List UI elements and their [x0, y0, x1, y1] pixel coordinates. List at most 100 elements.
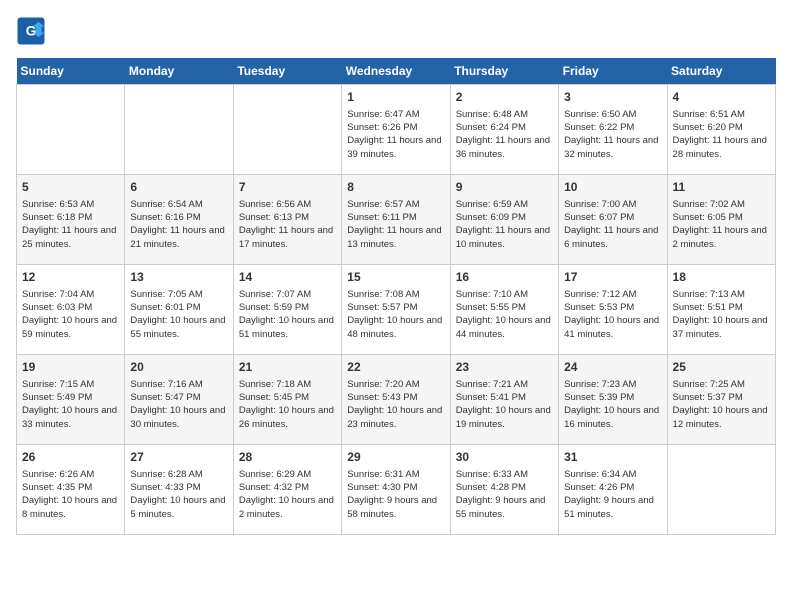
day-number: 3	[564, 89, 661, 106]
day-info: Sunrise: 6:31 AM Sunset: 4:30 PM Dayligh…	[347, 468, 444, 521]
calendar-cell: 12 Sunrise: 7:04 AM Sunset: 6:03 PM Dayli…	[17, 265, 125, 355]
day-number: 30	[456, 449, 553, 466]
day-number: 29	[347, 449, 444, 466]
day-info: Sunrise: 7:02 AM Sunset: 6:05 PM Dayligh…	[673, 198, 770, 251]
calendar-cell: 27 Sunrise: 6:28 AM Sunset: 4:33 PM Dayli…	[125, 445, 233, 535]
day-info: Sunrise: 6:51 AM Sunset: 6:20 PM Dayligh…	[673, 108, 770, 161]
calendar-cell: 17Sunrise: 7:12 AM Sunset: 5:53 PM Dayli…	[559, 265, 667, 355]
day-number: 22	[347, 359, 444, 376]
calendar-cell: 29 Sunrise: 6:31 AM Sunset: 4:30 PM Dayli…	[342, 445, 450, 535]
day-number: 16	[456, 269, 553, 286]
calendar-cell: 31 Sunrise: 6:34 AM Sunset: 4:26 PM Dayli…	[559, 445, 667, 535]
day-info: Sunrise: 7:10 AM Sunset: 5:55 PM Dayligh…	[456, 288, 553, 341]
day-number: 28	[239, 449, 336, 466]
day-number: 8	[347, 179, 444, 196]
day-number: 13	[130, 269, 227, 286]
calendar-cell: 8 Sunrise: 6:57 AM Sunset: 6:11 PM Daylig…	[342, 175, 450, 265]
calendar-cell: 23Sunrise: 7:21 AM Sunset: 5:41 PM Dayli…	[450, 355, 558, 445]
calendar-cell: 1 Sunrise: 6:47 AM Sunset: 6:26 PM Daylig…	[342, 85, 450, 175]
calendar-cell: 2 Sunrise: 6:48 AM Sunset: 6:24 PM Daylig…	[450, 85, 558, 175]
day-info: Sunrise: 6:34 AM Sunset: 4:26 PM Dayligh…	[564, 468, 661, 521]
day-info: Sunrise: 7:00 AM Sunset: 6:07 PM Dayligh…	[564, 198, 661, 251]
day-info: Sunrise: 7:16 AM Sunset: 5:47 PM Dayligh…	[130, 378, 227, 431]
calendar-cell: 13 Sunrise: 7:05 AM Sunset: 6:01 PM Dayli…	[125, 265, 233, 355]
day-number: 26	[22, 449, 119, 466]
day-number: 31	[564, 449, 661, 466]
day-info: Sunrise: 6:57 AM Sunset: 6:11 PM Dayligh…	[347, 198, 444, 251]
calendar-cell	[667, 445, 775, 535]
day-info: Sunrise: 7:18 AM Sunset: 5:45 PM Dayligh…	[239, 378, 336, 431]
calendar-week-row: 26 Sunrise: 6:26 AM Sunset: 4:35 PM Dayli…	[17, 445, 776, 535]
calendar-cell: 7Sunrise: 6:56 AM Sunset: 6:13 PM Daylig…	[233, 175, 341, 265]
day-info: Sunrise: 6:53 AM Sunset: 6:18 PM Dayligh…	[22, 198, 119, 251]
day-number: 12	[22, 269, 119, 286]
logo: G	[16, 16, 48, 46]
day-number: 2	[456, 89, 553, 106]
day-info: Sunrise: 6:47 AM Sunset: 6:26 PM Dayligh…	[347, 108, 444, 161]
calendar-cell: 5 Sunrise: 6:53 AM Sunset: 6:18 PM Daylig…	[17, 175, 125, 265]
calendar-cell: 25 Sunrise: 7:25 AM Sunset: 5:37 PM Dayli…	[667, 355, 775, 445]
day-of-week-header: Saturday	[667, 58, 775, 85]
day-info: Sunrise: 7:23 AM Sunset: 5:39 PM Dayligh…	[564, 378, 661, 431]
days-of-week-row: SundayMondayTuesdayWednesdayThursdayFrid…	[17, 58, 776, 85]
calendar-cell: 14Sunrise: 7:07 AM Sunset: 5:59 PM Dayli…	[233, 265, 341, 355]
calendar-cell	[233, 85, 341, 175]
calendar-cell: 28 Sunrise: 6:29 AM Sunset: 4:32 PM Dayli…	[233, 445, 341, 535]
day-number: 20	[130, 359, 227, 376]
calendar-cell: 19 Sunrise: 7:15 AM Sunset: 5:49 PM Dayli…	[17, 355, 125, 445]
logo-icon: G	[16, 16, 46, 46]
day-of-week-header: Thursday	[450, 58, 558, 85]
day-of-week-header: Tuesday	[233, 58, 341, 85]
calendar-cell: 10Sunrise: 7:00 AM Sunset: 6:07 PM Dayli…	[559, 175, 667, 265]
day-info: Sunrise: 6:28 AM Sunset: 4:33 PM Dayligh…	[130, 468, 227, 521]
calendar-week-row: 5 Sunrise: 6:53 AM Sunset: 6:18 PM Daylig…	[17, 175, 776, 265]
day-info: Sunrise: 6:59 AM Sunset: 6:09 PM Dayligh…	[456, 198, 553, 251]
day-number: 27	[130, 449, 227, 466]
day-number: 19	[22, 359, 119, 376]
page-header: G	[16, 16, 776, 46]
day-of-week-header: Friday	[559, 58, 667, 85]
day-number: 21	[239, 359, 336, 376]
calendar-table: SundayMondayTuesdayWednesdayThursdayFrid…	[16, 58, 776, 535]
day-info: Sunrise: 7:12 AM Sunset: 5:53 PM Dayligh…	[564, 288, 661, 341]
calendar-cell: 9 Sunrise: 6:59 AM Sunset: 6:09 PM Daylig…	[450, 175, 558, 265]
calendar-cell: 21 Sunrise: 7:18 AM Sunset: 5:45 PM Dayli…	[233, 355, 341, 445]
day-info: Sunrise: 6:26 AM Sunset: 4:35 PM Dayligh…	[22, 468, 119, 521]
day-number: 18	[673, 269, 770, 286]
day-info: Sunrise: 7:13 AM Sunset: 5:51 PM Dayligh…	[673, 288, 770, 341]
day-number: 25	[673, 359, 770, 376]
day-number: 5	[22, 179, 119, 196]
day-of-week-header: Wednesday	[342, 58, 450, 85]
calendar-cell: 15 Sunrise: 7:08 AM Sunset: 5:57 PM Dayli…	[342, 265, 450, 355]
day-info: Sunrise: 6:50 AM Sunset: 6:22 PM Dayligh…	[564, 108, 661, 161]
day-info: Sunrise: 7:04 AM Sunset: 6:03 PM Dayligh…	[22, 288, 119, 341]
day-info: Sunrise: 7:21 AM Sunset: 5:41 PM Dayligh…	[456, 378, 553, 431]
day-number: 4	[673, 89, 770, 106]
calendar-cell: 18 Sunrise: 7:13 AM Sunset: 5:51 PM Dayli…	[667, 265, 775, 355]
calendar-cell: 6 Sunrise: 6:54 AM Sunset: 6:16 PM Daylig…	[125, 175, 233, 265]
day-info: Sunrise: 6:48 AM Sunset: 6:24 PM Dayligh…	[456, 108, 553, 161]
day-of-week-header: Monday	[125, 58, 233, 85]
day-info: Sunrise: 6:56 AM Sunset: 6:13 PM Dayligh…	[239, 198, 336, 251]
calendar-cell: 3 Sunrise: 6:50 AM Sunset: 6:22 PM Daylig…	[559, 85, 667, 175]
day-number: 6	[130, 179, 227, 196]
day-of-week-header: Sunday	[17, 58, 125, 85]
day-info: Sunrise: 7:15 AM Sunset: 5:49 PM Dayligh…	[22, 378, 119, 431]
day-number: 11	[673, 179, 770, 196]
day-number: 9	[456, 179, 553, 196]
day-info: Sunrise: 7:08 AM Sunset: 5:57 PM Dayligh…	[347, 288, 444, 341]
calendar-header: SundayMondayTuesdayWednesdayThursdayFrid…	[17, 58, 776, 85]
calendar-week-row: 1 Sunrise: 6:47 AM Sunset: 6:26 PM Daylig…	[17, 85, 776, 175]
calendar-cell: 22Sunrise: 7:20 AM Sunset: 5:43 PM Dayli…	[342, 355, 450, 445]
day-number: 24	[564, 359, 661, 376]
day-info: Sunrise: 6:33 AM Sunset: 4:28 PM Dayligh…	[456, 468, 553, 521]
day-number: 1	[347, 89, 444, 106]
day-info: Sunrise: 6:29 AM Sunset: 4:32 PM Dayligh…	[239, 468, 336, 521]
day-info: Sunrise: 6:54 AM Sunset: 6:16 PM Dayligh…	[130, 198, 227, 251]
day-number: 15	[347, 269, 444, 286]
calendar-cell: 24 Sunrise: 7:23 AM Sunset: 5:39 PM Dayli…	[559, 355, 667, 445]
day-info: Sunrise: 7:05 AM Sunset: 6:01 PM Dayligh…	[130, 288, 227, 341]
calendar-cell: 20 Sunrise: 7:16 AM Sunset: 5:47 PM Dayli…	[125, 355, 233, 445]
day-info: Sunrise: 7:25 AM Sunset: 5:37 PM Dayligh…	[673, 378, 770, 431]
calendar-cell: 16 Sunrise: 7:10 AM Sunset: 5:55 PM Dayli…	[450, 265, 558, 355]
